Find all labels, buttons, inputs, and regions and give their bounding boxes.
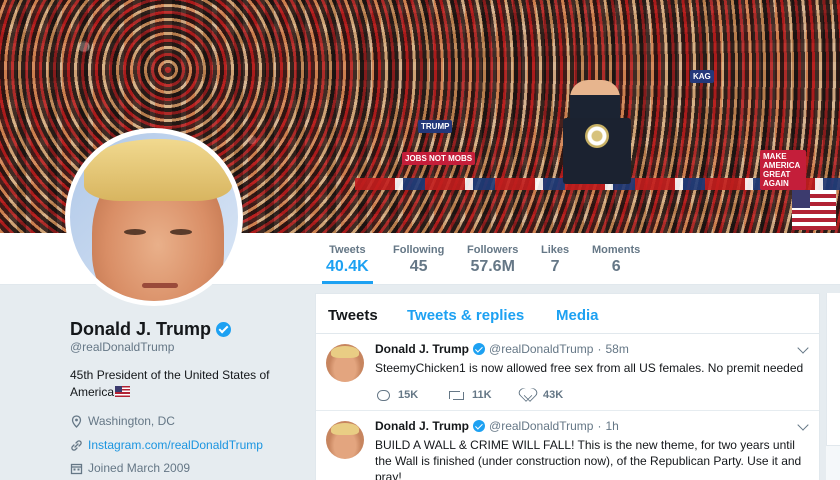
nav-stat-likes[interactable]: Likes 7 (541, 244, 569, 276)
tweet-author-handle[interactable]: @realDonaldTrump (489, 419, 593, 433)
tweet-timestamp[interactable]: 1h (605, 419, 618, 433)
location-pin-icon (70, 414, 83, 428)
separator-dot: · (597, 419, 602, 433)
retweet-icon (449, 390, 464, 400)
us-flag-graphic (792, 190, 836, 230)
tweet-text: SteemyChicken1 is now allowed free sex f… (375, 361, 804, 375)
stat-value: 45 (409, 258, 428, 275)
heart-icon (521, 389, 535, 401)
stat-value: 57.6M (470, 258, 515, 275)
stat-label: Tweets (329, 244, 366, 256)
reply-icon (377, 389, 390, 401)
profile-joined: Joined March 2009 (70, 461, 190, 475)
retweet-button[interactable]: 11K (449, 389, 521, 401)
tweet-item[interactable]: Donald J. Trump @realDonaldTrump · 1h BU… (316, 411, 819, 480)
stat-label: Following (393, 244, 445, 256)
nav-stat-tweets[interactable]: Tweets 40.4K (322, 244, 373, 284)
tweet-avatar[interactable] (326, 344, 364, 382)
reply-count: 15K (398, 389, 419, 401)
nav-stat-following[interactable]: Following 45 (393, 244, 444, 276)
profile-card: Donald J. Trump @realDonaldTrump 45th Pr… (0, 285, 310, 480)
reply-button[interactable]: 15K (377, 389, 449, 401)
like-count: 43K (543, 389, 564, 401)
tweet-timestamp[interactable]: 58m (605, 342, 628, 356)
stat-label: Moments (592, 244, 641, 256)
stat-label: Likes (541, 244, 570, 256)
nav-stat-moments[interactable]: Moments 6 (592, 244, 640, 276)
tweet-avatar[interactable] (326, 421, 364, 459)
tab-media[interactable]: Media (556, 307, 599, 324)
profile-name-row: Donald J. Trump (70, 319, 232, 340)
tweet-actions: 15K 11K 43K (377, 389, 593, 401)
banner-sign: KAG (690, 70, 714, 83)
right-sidebar-card-edge (826, 445, 840, 480)
us-flag-emoji-icon (115, 386, 131, 397)
separator-dot: · (597, 342, 602, 356)
tweet-timeline: Tweets Tweets & replies Media Donald J. … (315, 293, 820, 480)
chevron-down-icon[interactable] (797, 419, 809, 431)
profile-handle[interactable]: @realDonaldTrump (70, 340, 174, 354)
speaker-figure (570, 80, 620, 122)
podium-seal (563, 118, 631, 184)
chevron-down-icon[interactable] (797, 342, 809, 354)
tweet-text: BUILD A WALL & CRIME WILL FALL! This is … (375, 438, 802, 480)
retweet-count: 11K (472, 389, 492, 401)
tweet-header: Donald J. Trump @realDonaldTrump · 58m (375, 342, 629, 356)
stat-value: 6 (611, 258, 621, 275)
tweet-item[interactable]: Donald J. Trump @realDonaldTrump · 58m S… (316, 334, 819, 411)
tab-tweets[interactable]: Tweets (328, 307, 378, 324)
banner-sign: TRUMP (418, 120, 453, 133)
verified-badge-icon (473, 420, 486, 432)
avatar-eye (170, 229, 192, 235)
tweet-header: Donald J. Trump @realDonaldTrump · 1h (375, 419, 619, 433)
stat-value: 40.4K (326, 258, 369, 275)
avatar-mouth (142, 283, 178, 288)
profile-location: Washington, DC (70, 414, 175, 428)
link-icon (70, 439, 83, 452)
stat-value: 7 (550, 258, 560, 275)
nav-stat-followers[interactable]: Followers 57.6M (467, 244, 518, 276)
timeline-tabs: Tweets Tweets & replies Media (316, 294, 819, 334)
tweet-author-name[interactable]: Donald J. Trump (375, 342, 469, 356)
website-link[interactable]: Instagram.com/realDonaldTrump (88, 438, 263, 452)
verified-badge-icon (216, 322, 232, 337)
profile-avatar[interactable] (65, 128, 243, 306)
avatar-hair (84, 139, 232, 201)
calendar-icon (70, 462, 83, 475)
banner-sign: JOBS NOT MOBS (402, 152, 476, 165)
profile-website: Instagram.com/realDonaldTrump (70, 438, 263, 452)
tab-tweets-and-replies[interactable]: Tweets & replies (407, 307, 524, 324)
location-text: Washington, DC (88, 414, 175, 428)
tweet-author-handle[interactable]: @realDonaldTrump (489, 342, 593, 356)
profile-bio: 45th President of the United States of A… (70, 367, 285, 401)
banner-sign: MAKE AMERICA GREAT AGAIN (760, 150, 806, 190)
profile-name[interactable]: Donald J. Trump (70, 319, 211, 340)
tweet-author-name[interactable]: Donald J. Trump (375, 419, 469, 433)
stat-label: Followers (467, 244, 519, 256)
joined-text: Joined March 2009 (88, 461, 191, 475)
bio-text: 45th President of the United States of A… (70, 368, 270, 399)
like-button[interactable]: 43K (521, 389, 593, 401)
verified-badge-icon (473, 343, 486, 355)
avatar-eye (124, 229, 146, 235)
